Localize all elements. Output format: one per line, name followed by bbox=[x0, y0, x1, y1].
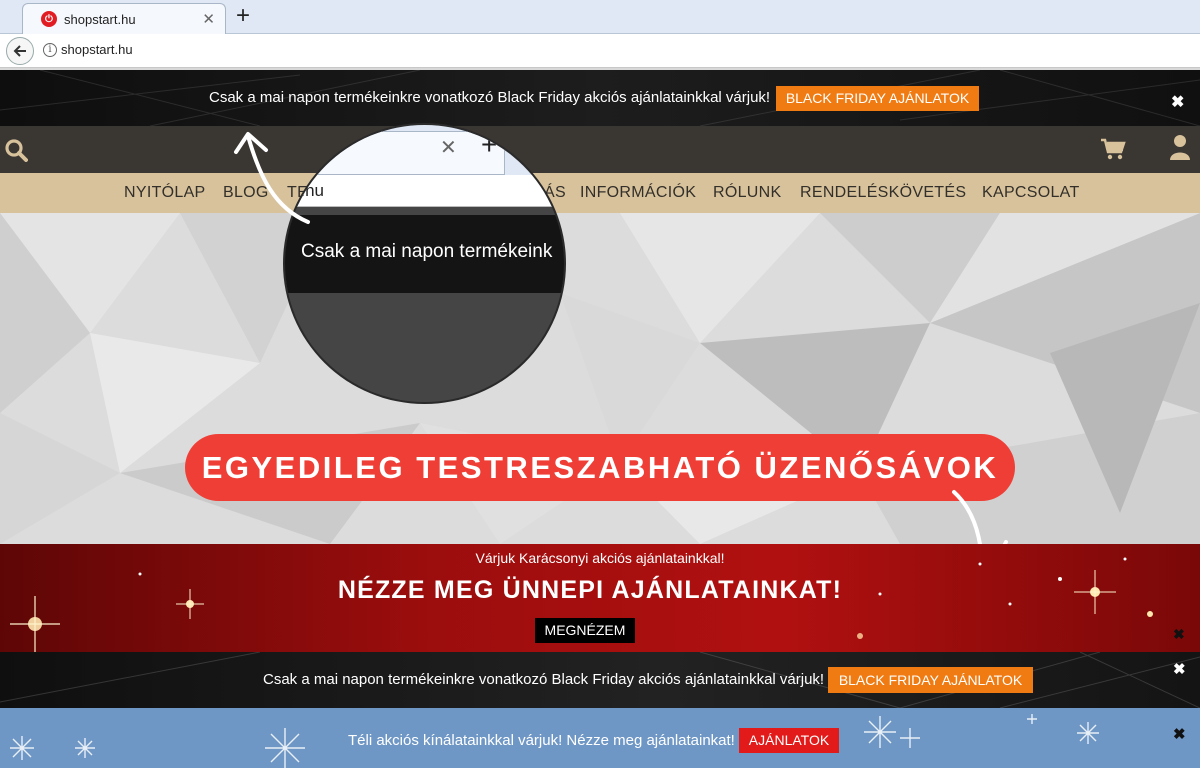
menu-item-home[interactable]: NYITÓLAP bbox=[124, 184, 206, 202]
magnifier-lens: ✕ + rt.hu Csak a mai napon termékeink bbox=[283, 123, 566, 404]
lens-address-bar: rt.hu bbox=[285, 175, 564, 207]
view-offers-button[interactable]: MEGNÉZEM bbox=[535, 618, 635, 643]
tab-title: shopstart.hu bbox=[64, 11, 136, 27]
black-friday-offers-button[interactable]: BLACK FRIDAY AJÁNLATOK bbox=[828, 667, 1033, 693]
close-icon[interactable]: ✖ bbox=[1173, 725, 1186, 743]
lens-plus-icon: + bbox=[481, 129, 498, 160]
close-icon[interactable]: ✖ bbox=[1173, 660, 1186, 678]
search-icon[interactable] bbox=[4, 138, 28, 162]
hero-headline: EGYEDILEG TESTRESZABHATÓ ÜZENŐSÁVOK bbox=[185, 434, 1015, 501]
close-tab-icon[interactable]: ✕ bbox=[202, 10, 215, 28]
user-icon[interactable] bbox=[1170, 134, 1190, 160]
new-tab-button[interactable]: + bbox=[230, 2, 256, 30]
winter-offers-button[interactable]: AJÁNLATOK bbox=[739, 728, 839, 753]
black-friday-message: Csak a mai napon termékeinkre vonatkozó … bbox=[209, 89, 771, 106]
black-friday-message: Csak a mai napon termékeinkre vonatkozó … bbox=[263, 671, 825, 688]
lens-message-text: Csak a mai napon termékeink bbox=[301, 241, 553, 262]
power-icon: ⏻ bbox=[41, 11, 57, 27]
menu-item-about[interactable]: RÓLUNK bbox=[713, 184, 781, 202]
address-bar[interactable]: shopstart.hu bbox=[61, 42, 133, 57]
site-header bbox=[0, 126, 1200, 173]
christmas-subtitle: Várjuk Karácsonyi akciós ajánlatainkkal! bbox=[475, 550, 725, 566]
browser-tab-strip: ⏻ shopstart.hu ✕ + bbox=[0, 0, 1200, 34]
browser-navigation-bar: i shopstart.hu bbox=[0, 34, 1200, 68]
arrow-up-icon bbox=[234, 132, 310, 224]
black-friday-top-bar: Csak a mai napon termékeinkre vonatkozó … bbox=[0, 70, 1200, 126]
info-icon[interactable]: i bbox=[43, 43, 57, 57]
arrow-left-icon bbox=[13, 45, 26, 57]
lens-tab-strip: ✕ + bbox=[285, 125, 564, 175]
close-icon[interactable]: ✖ bbox=[1171, 92, 1184, 112]
black-friday-offers-button[interactable]: BLACK FRIDAY AJÁNLATOK bbox=[776, 86, 979, 111]
menu-item-order-tracking[interactable]: RENDELÉSKÖVETÉS bbox=[800, 184, 966, 202]
lens-close-icon: ✕ bbox=[440, 137, 457, 159]
menu-item-contact[interactable]: KAPCSOLAT bbox=[982, 184, 1080, 202]
back-button[interactable] bbox=[6, 37, 34, 65]
cart-icon[interactable] bbox=[1100, 136, 1126, 162]
winter-message: Téli akciós kínálatainkkal várjuk! Nézze… bbox=[348, 732, 735, 749]
close-icon[interactable]: ✖ bbox=[1173, 626, 1185, 643]
menu-item-information[interactable]: INFORMÁCIÓK bbox=[580, 184, 696, 202]
lens-message-bar: Csak a mai napon termékeink bbox=[285, 215, 564, 293]
christmas-title: NÉZZE MEG ÜNNEPI AJÁNLATAINKAT! bbox=[337, 576, 843, 604]
browser-tab[interactable]: ⏻ shopstart.hu ✕ bbox=[22, 3, 226, 34]
